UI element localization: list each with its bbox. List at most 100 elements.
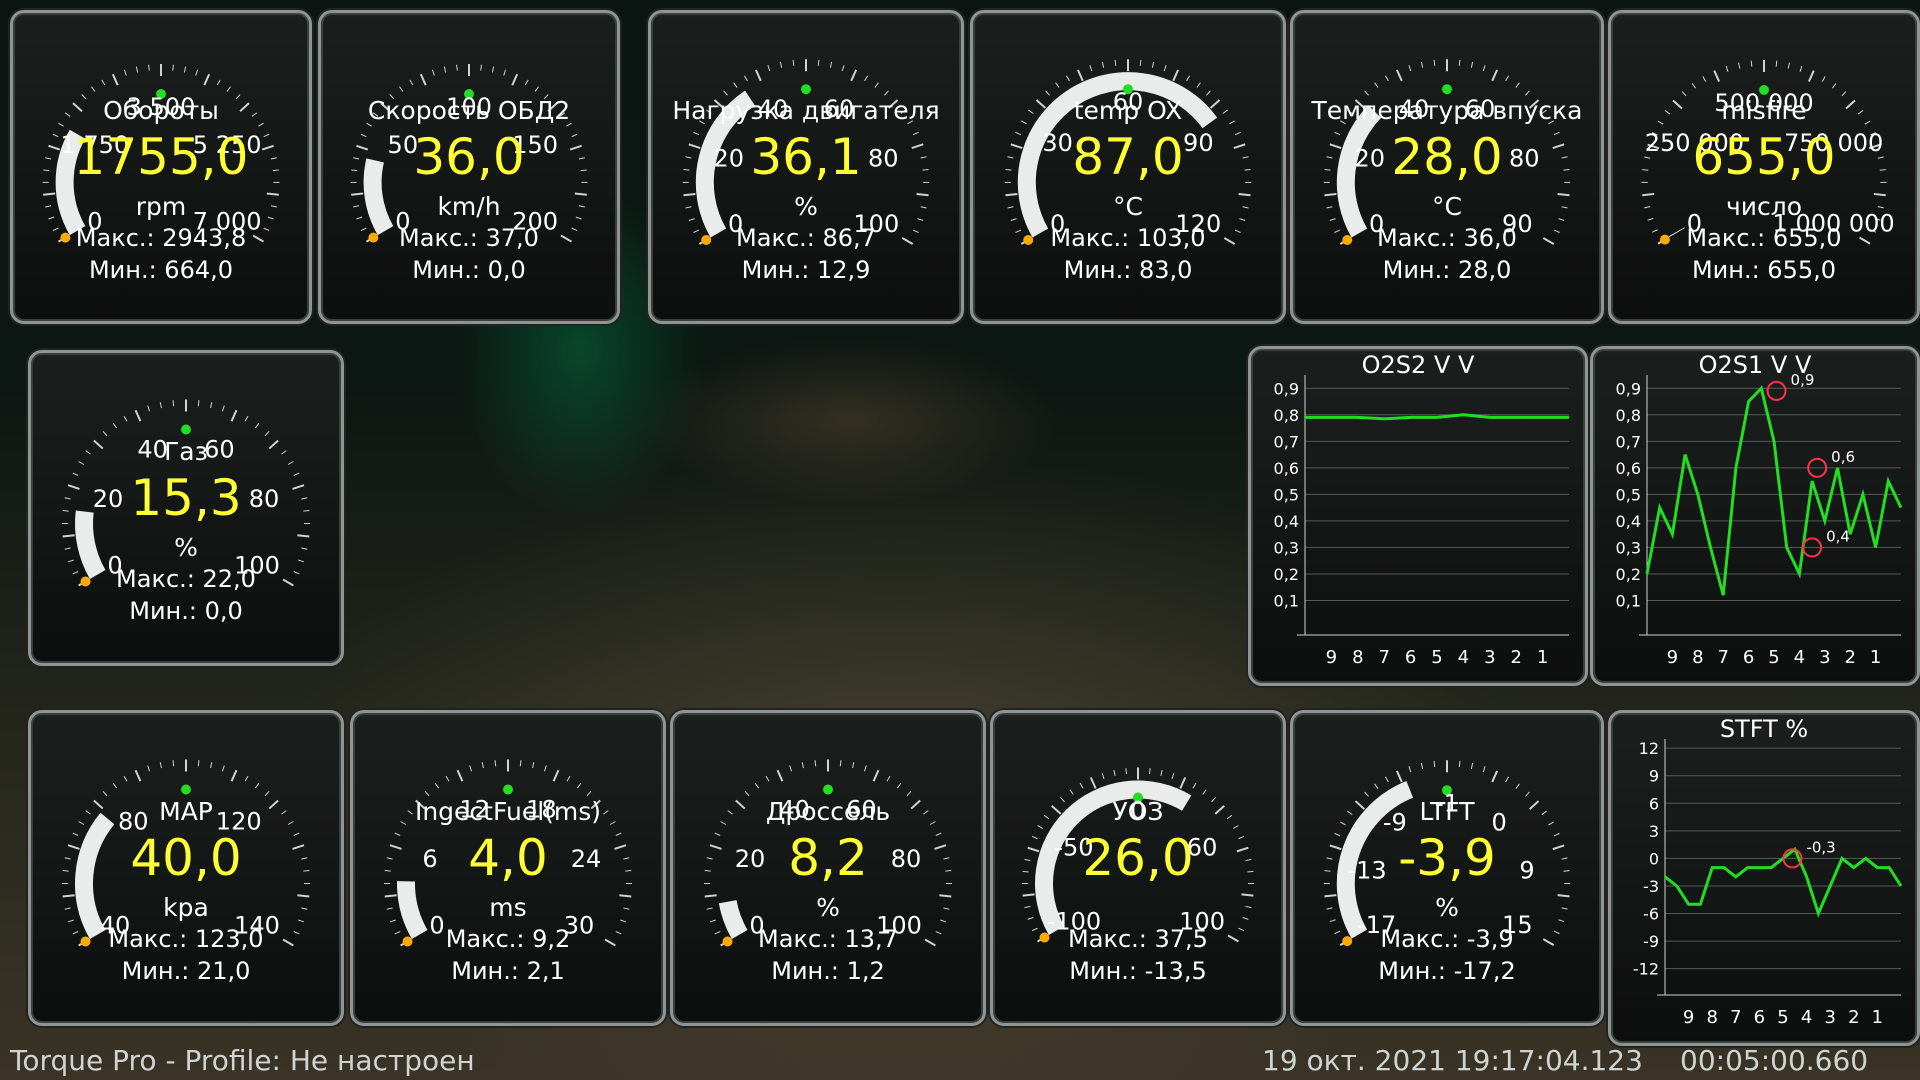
gauge-temp[interactable]: 0 30 60 90 120 temp OX 87,0 °C Макс.: 103,0 Мин.:…	[970, 10, 1286, 324]
gauge-tick	[1384, 776, 1389, 783]
chart-y-tick-label: 0,3	[1616, 538, 1641, 557]
gauge-tick	[765, 775, 770, 782]
gauge-tick	[264, 431, 270, 437]
gauge-gas[interactable]: 0 20 40 60 80 100 Газ 15,3% Макс.: 22,0 Мин.: 0,0	[28, 350, 344, 666]
chart-y-tick-label: 0,9	[1616, 379, 1641, 398]
gauge-tick	[1515, 82, 1520, 88]
chart-y-tick-label: -12	[1633, 960, 1659, 979]
gauge-map[interactable]: 40 80 120 140 MAP 40,0 kpa Макс.: 123,0 Мин.: 21…	[28, 710, 344, 1026]
gauge-tick	[1149, 768, 1151, 775]
chart-y-tick-label: 0,4	[1616, 512, 1641, 531]
gauge-max: Макс.: -3,9	[1380, 924, 1514, 953]
chart-o2s2[interactable]: O2S2 V V 0,9 0,8 0,7 0,6 0,5 0,4 0,3 0,2 0,1 9 8 7 6 5…	[1248, 346, 1588, 686]
chart-o2s1[interactable]: O2S1 V V 0,9 0,8 0,7 0,6 0,5 0,4 0,3 0,2 0,1 9 8 7 6 5…	[1590, 346, 1920, 686]
gauge-rpm[interactable]: 01 750 3 500 5 250 7 000 Обороты 1755,0 rpm Мак…	[10, 10, 312, 324]
gauge-tick	[102, 791, 108, 797]
chart-x-tick-label: 6	[1743, 647, 1754, 668]
gauge-tick	[112, 422, 118, 429]
gauge-tick	[779, 61, 783, 68]
chart-x-tick-label: 4	[1794, 647, 1805, 668]
chart-x-tick-label: 1	[1872, 1007, 1883, 1028]
chart-x-tick-label: 1	[1870, 647, 1881, 668]
chart-y-tick-label: 0,7	[1274, 432, 1299, 451]
chart-y-tick-label: 0,8	[1274, 406, 1299, 425]
chart-x-tick-label: 6	[1405, 647, 1416, 668]
gauge-value: 8,2	[788, 828, 868, 887]
gauge-tick	[543, 765, 547, 772]
gauge-tick	[863, 765, 867, 772]
gauge-tick	[197, 400, 200, 407]
gauge-throttle[interactable]: 0 20 40 60 80 100 Дроссель 8,2% Макс.: 13,7 Мин.:…	[670, 710, 986, 1026]
gauge-tick	[1045, 90, 1050, 96]
gauge-value: 15,3	[130, 468, 242, 527]
chart-y-tick-label: 0,3	[1274, 538, 1299, 557]
gauge-min: Мин.: 0,0	[129, 596, 243, 625]
chart-stft[interactable]: STFT % 12 9 6 3 0 -3 -6 -9 -12 9 8 7 6 5 4 3 2 1 -0,3	[1608, 710, 1920, 1046]
chart-y-tick-label: 0,4	[1274, 512, 1299, 531]
gauge-tick	[1408, 766, 1412, 773]
gauge-tick	[1702, 76, 1707, 82]
gauge-tick	[1172, 69, 1180, 82]
chart-annotation-label: -0,3	[1806, 838, 1835, 856]
gauge-title: temp OX	[1073, 96, 1183, 126]
gauge-title: misfire	[1721, 96, 1807, 126]
gauge-tick	[409, 79, 414, 86]
chart-x-tick-label: 7	[1730, 1007, 1741, 1028]
gauge-tick	[210, 762, 213, 769]
gauge-tick	[576, 782, 582, 789]
gauge-tick	[744, 791, 750, 797]
gauge-misfire[interactable]: 0 250 000 500 000 750 000 1 000 000 misfire 65…	[1608, 10, 1920, 324]
chart-y-tick-label: 0,6	[1616, 459, 1641, 478]
chart-x-tick-label: 4	[1458, 647, 1469, 668]
gauge-tick	[1725, 65, 1729, 72]
gauge-max: Макс.: 36,0	[1377, 224, 1517, 253]
gauge-unit: %	[1435, 892, 1459, 922]
gauge-tick	[1374, 783, 1379, 789]
gauge-title: Скорость ОБД2	[367, 96, 571, 126]
gauge-unit: °C	[1432, 192, 1462, 222]
gauge-unit: %	[794, 192, 818, 222]
gauge-tick	[1055, 82, 1060, 88]
gauge-tick	[1750, 60, 1753, 67]
chart-y-tick-label: 0,5	[1616, 485, 1641, 504]
chart-y-tick-label: -6	[1643, 905, 1659, 924]
chart-x-tick-label: 5	[1431, 647, 1442, 668]
gauge-inject[interactable]: 0 6 12 18 24 30 IngectFuel(ms) 4,0 ms Макс.: 9,2 М…	[350, 710, 666, 1026]
chart-x-tick-label: 9	[1326, 647, 1337, 668]
chart-y-tick-label: 0,6	[1274, 459, 1299, 478]
gauge-tick	[148, 64, 150, 71]
gauge-tick	[1505, 776, 1510, 783]
gauge-center-dot	[181, 424, 191, 435]
gauge-tick	[1125, 768, 1127, 775]
chart-y-tick-label: 0,2	[1616, 565, 1641, 584]
gauge-uoz[interactable]: -100 -50 0 60 100 УОЗ 26,0 Макс.: 37,5 Мин.: -13…	[990, 710, 1286, 1026]
gauge-title: Газ	[164, 436, 208, 466]
gauge-tick	[1470, 762, 1474, 769]
gauge-tick	[1139, 59, 1142, 66]
gauge-load[interactable]: 0 20 40 60 80 100 Нагрузка двигателя 36,1% Макс.…	[648, 10, 964, 324]
gauge-tick	[1151, 61, 1155, 68]
gauge-tick	[1179, 777, 1187, 789]
gauge-tick	[203, 73, 211, 86]
chart-y-tick-label: -9	[1643, 932, 1659, 951]
datetime-label: 19 окт. 2021 19:17:04.123	[1262, 1044, 1643, 1077]
gauge-tick	[534, 86, 539, 92]
gauge-tick	[552, 769, 560, 782]
gauge-max: Макс.: 22,0	[116, 564, 256, 593]
gauge-tick	[481, 762, 484, 769]
gauge-tick	[230, 409, 238, 422]
gauge-tick	[456, 64, 458, 71]
gauge-tick	[101, 79, 106, 86]
gauge-max: Макс.: 37,0	[399, 224, 539, 253]
gauge-value: 36,1	[750, 128, 862, 187]
gauge-intake[interactable]: 0 20 40 60 80 90 Температура впуска 28,0 °C Макс.…	[1290, 10, 1604, 324]
gauge-tick	[896, 782, 902, 789]
chart-annotation-label: 0,6	[1831, 448, 1855, 466]
gauge-min: Мин.: 1,2	[771, 956, 885, 985]
gauge-ltft[interactable]: -17 -13 -9 -1 0 9 15 LTFT -3,9% Макс.: -3,9 Мин.: …	[1290, 710, 1604, 1026]
gauge-tick	[1832, 83, 1837, 89]
gauge-tick	[1076, 69, 1084, 82]
chart-x-tick-label: 2	[1848, 1007, 1859, 1028]
gauge-tick	[1027, 917, 1034, 920]
gauge-speed[interactable]: 0 50 100 150 200 Скорость ОБД2 36,0 km/h Макс.: …	[318, 10, 620, 324]
